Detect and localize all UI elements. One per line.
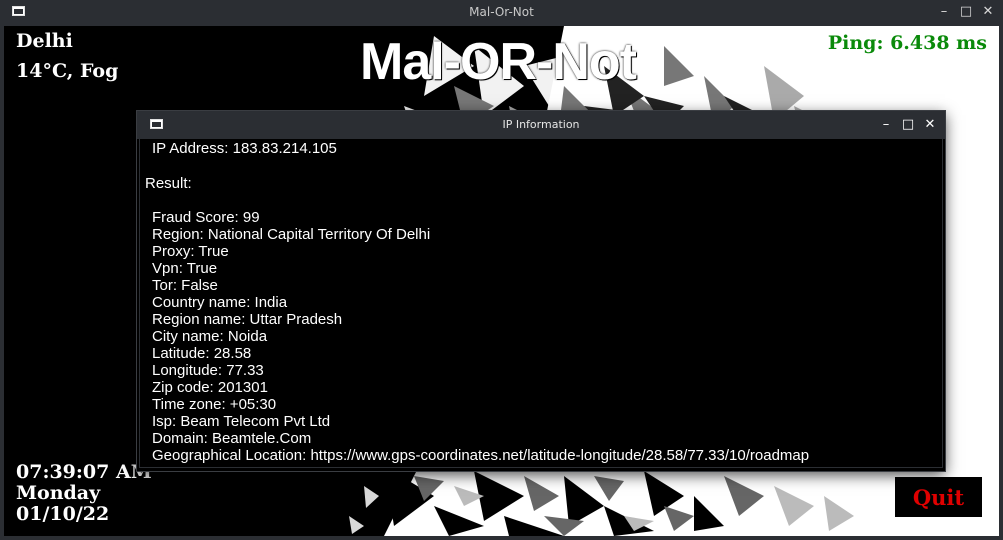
dialog-titlebar[interactable]: IP Information – □ ✕: [137, 111, 945, 139]
minimize-icon[interactable]: –: [937, 4, 951, 20]
field-line: Country name: India: [152, 294, 288, 311]
field-line: Region name: Uttar Pradesh: [152, 311, 343, 328]
ip-address-line: IP Address: 183.83.214.105: [152, 140, 337, 157]
clock-date: 01/10/22: [16, 503, 110, 525]
field-line: Time zone: +05:30: [152, 396, 277, 413]
result-label: Result:: [145, 175, 192, 192]
field-line: Tor: False: [152, 277, 218, 294]
field-line: Geographical Location: https://www.gps-c…: [152, 447, 810, 464]
window-title: Mal-Or-Not: [469, 5, 534, 19]
dialog-content: IP Address: 183.83.214.105 Result: Fraud…: [139, 139, 943, 468]
clock-panel: 07:39:07 AM Monday 01/10/22: [16, 462, 152, 525]
field-line: Region: National Capital Territory Of De…: [152, 226, 431, 243]
field-line: Latitude: 28.58: [152, 345, 252, 362]
dialog-close-icon[interactable]: ✕: [923, 117, 937, 133]
field-line: City name: Noida: [152, 328, 268, 345]
field-line: Fraud Score: 99: [152, 209, 260, 226]
maximize-icon[interactable]: □: [959, 4, 973, 20]
field-line: Zip code: 201301: [152, 379, 268, 396]
app-title: Mal-OR-Not: [360, 33, 637, 91]
main-titlebar[interactable]: Mal-Or-Not – □ ✕: [0, 0, 1003, 26]
field-line: Isp: Beam Telecom Pvt Ltd: [152, 413, 331, 430]
field-line: Longitude: 77.33: [152, 362, 264, 379]
clock-time: 07:39:07 AM: [16, 461, 152, 483]
quit-button[interactable]: Quit: [895, 477, 982, 517]
field-line: Vpn: True: [152, 260, 218, 277]
ip-information-dialog: IP Information – □ ✕ IP Address: 183.83.…: [137, 111, 945, 471]
dialog-maximize-icon[interactable]: □: [901, 117, 915, 133]
close-icon[interactable]: ✕: [981, 4, 995, 20]
dialog-minimize-icon[interactable]: –: [879, 117, 893, 133]
field-line: Domain: Beamtele.Com: [152, 430, 312, 447]
weather-city: Delhi: [16, 30, 73, 52]
ping-status: Ping: 6.438 ms: [827, 32, 987, 54]
field-line: Proxy: True: [152, 243, 229, 260]
clock-day: Monday: [16, 482, 101, 504]
dialog-title: IP Information: [502, 118, 580, 131]
weather-condition: 14°C, Fog: [16, 60, 119, 82]
